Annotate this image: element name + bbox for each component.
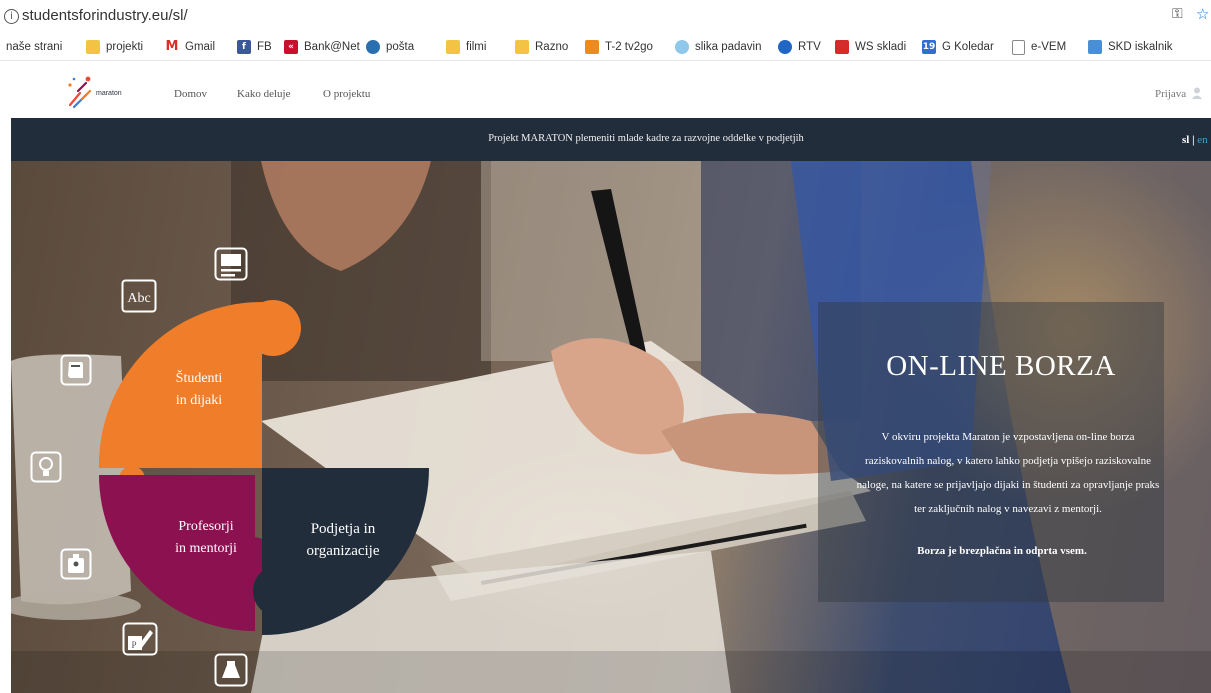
bookmark-g-koledar[interactable]: 19 G Koledar bbox=[922, 38, 994, 56]
students-label-line2: in dijaki bbox=[175, 393, 223, 408]
svg-text:P: P bbox=[131, 640, 136, 650]
bookmark-nase-strani[interactable]: naše strani bbox=[6, 38, 62, 56]
flask-icon bbox=[214, 653, 248, 687]
newspaper-icon bbox=[214, 247, 248, 281]
borza-free-note: Borza je brezplačna in odprta vsem. bbox=[917, 545, 1087, 557]
ws-icon bbox=[835, 40, 849, 54]
login-link[interactable]: Prijava bbox=[1155, 88, 1186, 100]
professors-label-line1: Profesorji bbox=[178, 519, 234, 534]
lang-en[interactable]: en bbox=[1197, 134, 1207, 146]
puzzle-professors-label[interactable]: Profesorji in mentorji bbox=[151, 516, 261, 560]
lightbulb-icon bbox=[30, 451, 62, 483]
posta-icon bbox=[366, 40, 380, 54]
calendar-icon: 19 bbox=[922, 40, 936, 54]
url-text[interactable]: studentsforindustry.eu/sl/ bbox=[22, 7, 188, 24]
bookmark-ws-skladi[interactable]: WS skladi bbox=[835, 38, 906, 56]
skd-icon bbox=[1088, 40, 1102, 54]
companies-label-line2: organizacije bbox=[306, 543, 380, 559]
badge-icon bbox=[60, 548, 92, 580]
language-switcher: sl | en bbox=[1182, 134, 1208, 146]
bookmark-label: Razno bbox=[535, 41, 569, 53]
borza-title: ON-LINE BORZA bbox=[886, 350, 1116, 382]
bookmark-label: SKD iskalnik bbox=[1108, 41, 1173, 53]
key-icon[interactable]: ⚿ bbox=[1172, 6, 1183, 22]
bookmark-label: e-VEM bbox=[1031, 41, 1067, 53]
bookmark-e-vem[interactable]: e-VEM bbox=[1012, 38, 1066, 56]
professors-label-line2: in mentorji bbox=[175, 541, 237, 556]
rtv-icon bbox=[778, 40, 792, 54]
companies-label-line1: Podjetja in bbox=[310, 521, 376, 537]
nav-o-projektu[interactable]: O projektu bbox=[323, 88, 370, 100]
bank-icon: « bbox=[284, 40, 298, 54]
gmail-icon: M bbox=[165, 39, 179, 54]
bookmark-label: pošta bbox=[386, 41, 415, 53]
borza-description: V okviru projekta Maraton je vzpostavlje… bbox=[856, 431, 1160, 515]
bookmark-label: Bank@Net bbox=[304, 41, 360, 53]
bookmark-gmail[interactable]: M Gmail bbox=[165, 38, 215, 56]
bookmark-star-icon[interactable]: ☆ bbox=[1196, 5, 1209, 23]
certificate-icon: P bbox=[122, 622, 158, 656]
bookmark-fb[interactable]: f FB bbox=[237, 38, 272, 56]
info-icon[interactable]: i bbox=[4, 9, 19, 24]
bookmarks-bar: naše strani projekti M Gmail f FB « Bank… bbox=[0, 34, 1211, 61]
bookmark-label: slika padavin bbox=[695, 41, 762, 53]
bookmark-label: RTV bbox=[798, 41, 821, 53]
bookmark-label: Gmail bbox=[185, 41, 216, 53]
bookmark-projekti[interactable]: projekti bbox=[86, 38, 143, 56]
tv-icon bbox=[585, 40, 599, 54]
bookmark-label: FB bbox=[257, 41, 272, 53]
announcement-banner: Projekt MARATON plemeniti mlade kadre za… bbox=[11, 118, 1211, 161]
bookmark-posta[interactable]: pošta bbox=[366, 38, 414, 56]
nav-domov[interactable]: Domov bbox=[174, 88, 207, 100]
folder-icon bbox=[515, 40, 529, 54]
bookmark-label: projekti bbox=[106, 41, 144, 53]
bookmark-label: naše strani bbox=[6, 41, 63, 53]
bookmark-label: filmi bbox=[466, 41, 487, 53]
abc-icon: Abc bbox=[121, 279, 157, 313]
folder-icon bbox=[446, 40, 460, 54]
bookmark-banknet[interactable]: « Bank@Net bbox=[284, 38, 360, 56]
book-icon bbox=[60, 354, 92, 386]
puzzle-companies-label[interactable]: Podjetja in organizacije bbox=[283, 518, 403, 562]
nav-kako-deluje[interactable]: Kako deluje bbox=[237, 88, 290, 100]
bookmark-razno[interactable]: Razno bbox=[515, 38, 568, 56]
bookmark-t2-tv2go[interactable]: T-2 tv2go bbox=[585, 38, 653, 56]
user-icon[interactable] bbox=[1192, 87, 1202, 99]
puzzle-students-label[interactable]: Študenti in dijaki bbox=[149, 368, 249, 412]
document-icon bbox=[1012, 39, 1025, 55]
facebook-icon: f bbox=[237, 40, 251, 54]
bookmark-label: G Koledar bbox=[942, 41, 994, 53]
weather-icon bbox=[675, 40, 689, 54]
bookmark-skd-iskalnik[interactable]: SKD iskalnik bbox=[1088, 38, 1173, 56]
browser-address-bar[interactable]: i studentsforindustry.eu/sl/ ⚿ ☆ bbox=[0, 0, 1211, 34]
banner-text: Projekt MARATON plemeniti mlade kadre za… bbox=[488, 133, 804, 144]
bookmark-label: T-2 tv2go bbox=[605, 41, 653, 53]
site-header: maraton Domov Kako deluje O projektu Pri… bbox=[0, 61, 1211, 118]
bookmark-label: WS skladi bbox=[855, 41, 907, 53]
logo-text: maraton bbox=[96, 90, 122, 97]
svg-text:Abc: Abc bbox=[127, 291, 150, 306]
folder-icon bbox=[86, 40, 100, 54]
bookmark-slika-padavin[interactable]: slika padavin bbox=[675, 38, 761, 56]
students-label-line1: Študenti bbox=[175, 371, 223, 386]
bookmark-filmi[interactable]: filmi bbox=[446, 38, 486, 56]
bookmark-rtv[interactable]: RTV bbox=[778, 38, 821, 56]
